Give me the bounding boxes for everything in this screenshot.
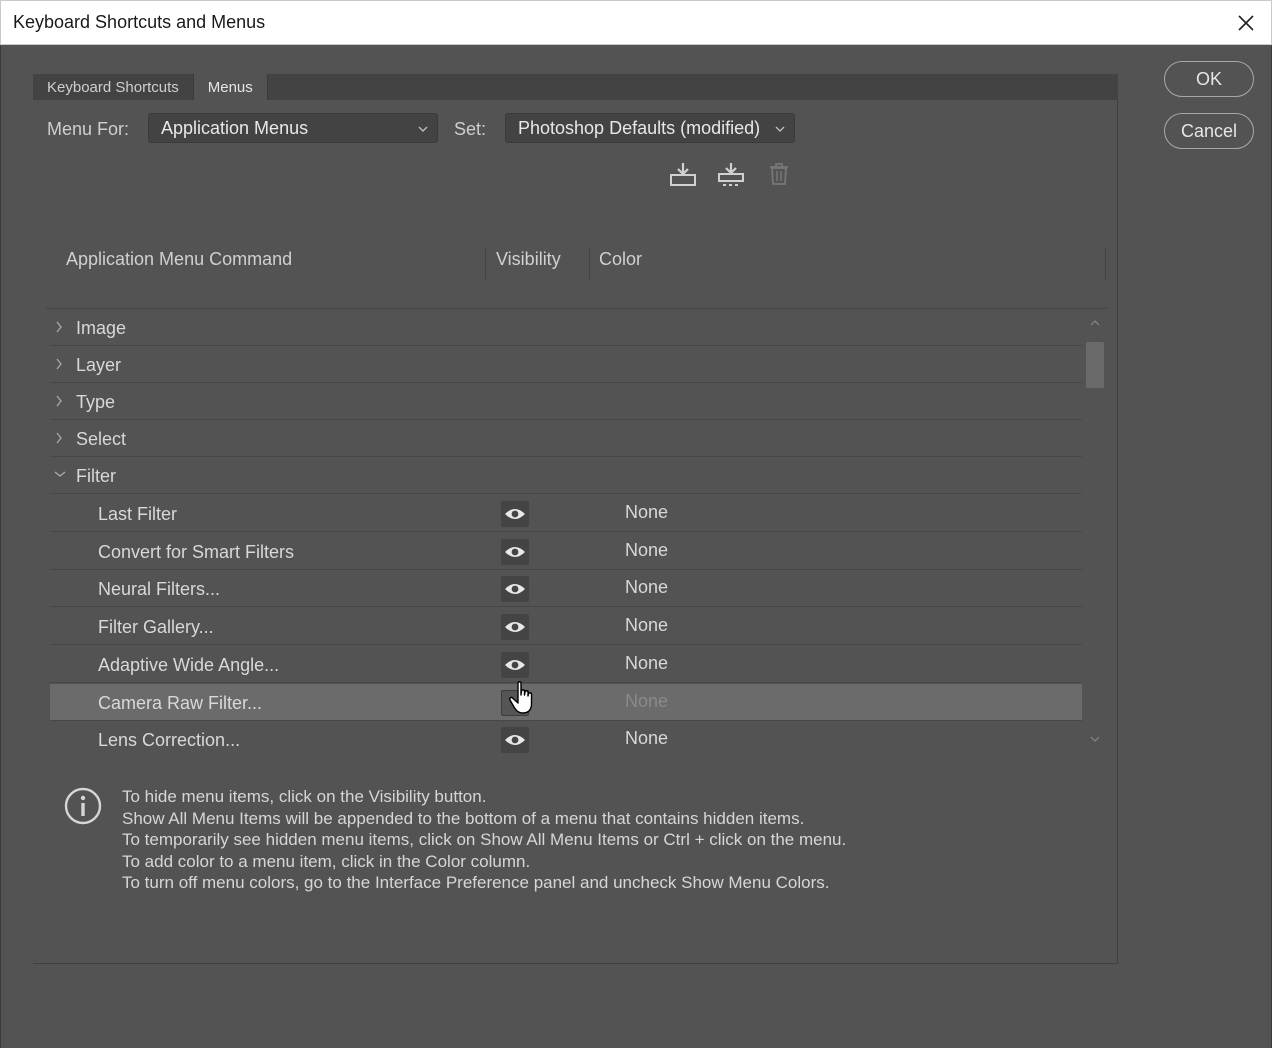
- eye-icon: [505, 547, 525, 557]
- table-row[interactable]: Filter Gallery... None: [50, 608, 1082, 645]
- tab-bar: Keyboard Shortcuts Menus: [33, 74, 1118, 100]
- info-line: To temporarily see hidden menu items, cl…: [122, 830, 847, 849]
- set-label: Set:: [454, 119, 487, 139]
- vertical-scrollbar[interactable]: [1083, 309, 1107, 754]
- row-label: Convert for Smart Filters: [98, 542, 295, 562]
- menu-for-label: Menu For:: [47, 119, 130, 139]
- row-label: Last Filter: [98, 504, 178, 524]
- chevron-right-icon: [56, 395, 62, 407]
- delete-set-button[interactable]: [764, 160, 794, 188]
- row-color[interactable]: None: [625, 615, 668, 636]
- trash-icon: [770, 163, 788, 185]
- chevron-down-icon: [418, 126, 428, 132]
- save-set-button[interactable]: [668, 160, 698, 188]
- eye-icon: [505, 622, 525, 632]
- eye-icon: [505, 584, 525, 594]
- table-row[interactable]: Last Filter None: [50, 495, 1082, 532]
- row-label: Select: [76, 429, 127, 449]
- visibility-toggle[interactable]: [501, 652, 529, 678]
- menu-command-table: Image Layer Type Select Filter Last Filt…: [46, 308, 1107, 754]
- table-row[interactable]: Neural Filters... None: [50, 570, 1082, 607]
- table-row[interactable]: Lens Correction... None: [50, 721, 1082, 754]
- row-label: Filter: [76, 466, 116, 486]
- save-as-set-icon: [718, 163, 744, 186]
- close-button[interactable]: [1229, 7, 1263, 39]
- visibility-toggle[interactable]: [501, 576, 529, 602]
- close-icon: [1238, 15, 1254, 31]
- menu-for-select[interactable]: Application Menus: [148, 113, 438, 143]
- eye-icon: [505, 660, 525, 670]
- visibility-toggle[interactable]: [501, 727, 529, 753]
- tab-menus[interactable]: Menus: [193, 74, 268, 100]
- info-line: To hide menu items, click on the Visibil…: [122, 787, 487, 806]
- scroll-up-icon: [1090, 320, 1100, 326]
- set-value: Photoshop Defaults (modified): [518, 117, 761, 138]
- chevron-right-icon: [56, 432, 62, 444]
- row-label: Layer: [76, 355, 122, 375]
- info-line: To turn off menu colors, go to the Inter…: [122, 873, 830, 892]
- set-select[interactable]: Photoshop Defaults (modified): [505, 113, 795, 143]
- row-label: Camera Raw Filter...: [98, 693, 263, 713]
- chevron-right-icon: [56, 358, 62, 370]
- save-as-set-button[interactable]: [716, 160, 746, 188]
- cancel-button[interactable]: Cancel: [1164, 113, 1254, 149]
- column-divider: [1105, 247, 1106, 281]
- table-row[interactable]: Type: [50, 383, 1082, 420]
- visibility-toggle[interactable]: [501, 614, 529, 640]
- row-label: Adaptive Wide Angle...: [98, 655, 280, 675]
- visibility-toggle[interactable]: [501, 501, 529, 527]
- chevron-right-icon: [56, 321, 62, 333]
- table-row[interactable]: Image: [50, 309, 1082, 346]
- table-row[interactable]: Convert for Smart Filters None: [50, 533, 1082, 570]
- dialog-body: Keyboard Shortcuts Menus Menu For: Appli…: [0, 45, 1272, 1048]
- row-label: Filter Gallery...: [98, 617, 214, 637]
- save-set-icon: [670, 163, 696, 186]
- row-color[interactable]: None: [625, 691, 668, 712]
- column-header-color[interactable]: Color: [599, 249, 642, 270]
- table-row-selected[interactable]: Camera Raw Filter... None: [50, 684, 1082, 721]
- chevron-down-icon: [54, 471, 66, 477]
- visibility-toggle[interactable]: [501, 690, 529, 716]
- row-label: Neural Filters...: [98, 579, 221, 599]
- eye-icon: [505, 735, 525, 745]
- column-divider: [485, 247, 486, 281]
- info-text: To hide menu items, click on the Visibil…: [122, 786, 846, 894]
- table-row[interactable]: Adaptive Wide Angle... None: [50, 646, 1082, 683]
- row-label: Lens Correction...: [98, 730, 241, 750]
- column-header-command[interactable]: Application Menu Command: [66, 249, 292, 270]
- main-panel: Keyboard Shortcuts Menus Menu For: Appli…: [33, 74, 1118, 964]
- row-label: Type: [76, 392, 116, 412]
- column-divider: [589, 247, 590, 281]
- chevron-down-icon: [775, 126, 785, 132]
- window-title: Keyboard Shortcuts and Menus: [13, 12, 266, 32]
- scroll-down-icon: [1090, 736, 1100, 742]
- table-row[interactable]: Layer: [50, 346, 1082, 383]
- info-icon: [64, 787, 102, 825]
- row-color[interactable]: None: [625, 728, 668, 749]
- visibility-toggle[interactable]: [501, 539, 529, 565]
- tab-keyboard-shortcuts[interactable]: Keyboard Shortcuts: [33, 74, 194, 100]
- row-label: Image: [76, 318, 127, 338]
- scrollbar-thumb[interactable]: [1086, 342, 1104, 388]
- row-color[interactable]: None: [625, 577, 668, 598]
- ok-button[interactable]: OK: [1164, 61, 1254, 97]
- menu-for-value: Application Menus: [161, 117, 309, 138]
- eye-icon: [505, 509, 525, 519]
- title-bar: Keyboard Shortcuts and Menus: [0, 0, 1272, 45]
- table-row[interactable]: Filter: [50, 457, 1082, 494]
- info-line: Show All Menu Items will be appended to …: [122, 808, 805, 828]
- info-line: To add color to a menu item, click in th…: [122, 851, 531, 871]
- table-row[interactable]: Select: [50, 420, 1082, 457]
- row-color[interactable]: None: [625, 653, 668, 674]
- column-header-visibility[interactable]: Visibility: [496, 249, 561, 270]
- row-color[interactable]: None: [625, 502, 668, 523]
- row-color[interactable]: None: [625, 540, 668, 561]
